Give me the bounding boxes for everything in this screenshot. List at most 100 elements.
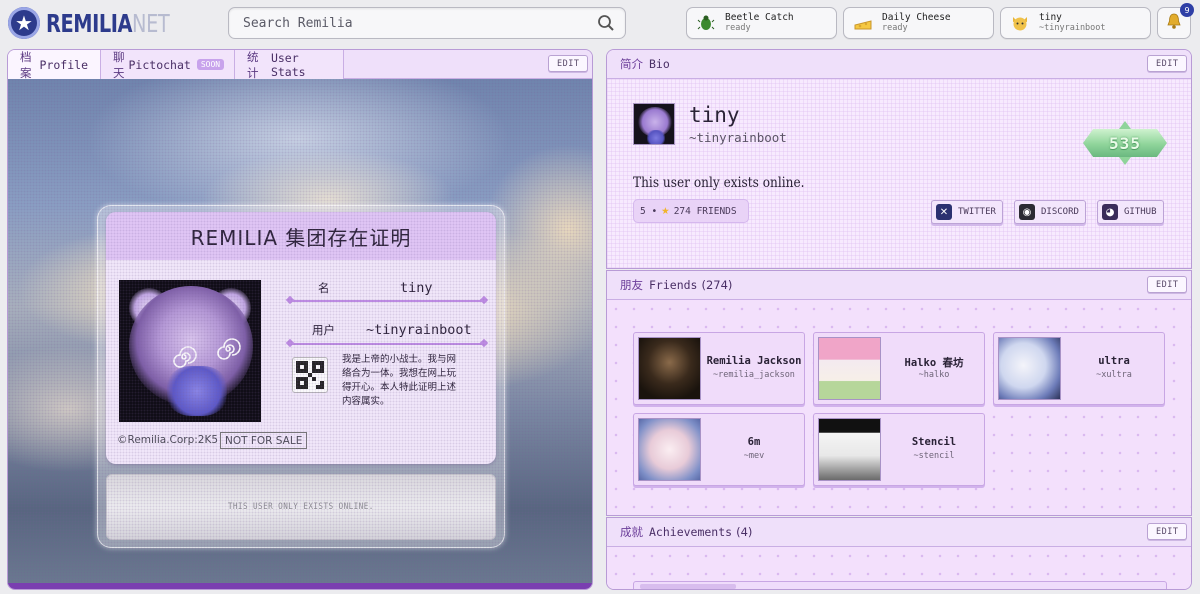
- friend-name: Stencil: [911, 436, 957, 448]
- tab-profile[interactable]: 档案 Profile: [8, 49, 101, 80]
- card-description: 我是上帝的小战士。我与网络合为一体。我想在网上玩得开心。本人特此证明上述内容属实…: [342, 354, 457, 407]
- user-value: ~tinyrainboot: [366, 322, 472, 338]
- qr-code-icon: [292, 357, 328, 393]
- chip-handle: ~tinyrainboot: [1039, 23, 1106, 33]
- tab-label-cn: 聊天: [113, 49, 125, 80]
- swirl-eye-icon: [173, 346, 197, 368]
- chip-title: Beetle Catch: [725, 12, 794, 23]
- cat-avatar-icon: [1009, 12, 1031, 34]
- friend-name: ultra: [1098, 355, 1130, 367]
- friend-card[interactable]: Remilia Jackson ~remilia_jackson: [633, 332, 805, 405]
- bio-header-label: Bio: [649, 57, 670, 71]
- beetle-catch-chip[interactable]: Beetle Catch ready: [686, 7, 837, 39]
- soon-badge: SOON: [196, 59, 225, 70]
- friends-panel: 朋友 Friends (274) EDIT Remilia Jackson ~r…: [606, 270, 1192, 516]
- social-label: GITHUB: [1124, 207, 1157, 217]
- tab-label-cn: 档案: [20, 49, 32, 80]
- top-bar: ★ REMILIANET Search Remilia Beetle Catch…: [0, 0, 1200, 46]
- friend-name: 6m: [747, 436, 761, 448]
- x-icon: ✕: [936, 204, 952, 220]
- id-card-frame: REMILIA 集团存在证明 名 tiny 用户 ~tinyrainboot 我…: [97, 205, 505, 548]
- friend-card[interactable]: Halko 春坊 ~halko: [813, 332, 985, 405]
- edit-profile-button[interactable]: EDIT: [548, 55, 589, 72]
- not-for-sale-stamp: NOT FOR SALE: [220, 432, 308, 449]
- friend-avatar: [638, 337, 701, 400]
- edit-achievements-button[interactable]: EDIT: [1147, 523, 1188, 540]
- friends-grid: Remilia Jackson ~remilia_jackson Halko 春…: [607, 300, 1191, 515]
- bio-panel: 简介 Bio EDIT tiny ~tinyrainboot 535 This …: [606, 49, 1192, 269]
- friend-handle: ~stencil: [913, 451, 955, 461]
- achievements-header: 成就 Achievements (4) EDIT: [607, 518, 1191, 547]
- friends-header-label: Friends: [649, 278, 698, 292]
- profile-photo: [119, 280, 261, 422]
- id-card-title: REMILIA 集团存在证明: [106, 212, 496, 260]
- social-label: TWITTER: [958, 207, 996, 217]
- chip-status: ready: [725, 23, 751, 33]
- achievements-panel: 成就 Achievements (4) EDIT: [606, 517, 1192, 590]
- edit-friends-button[interactable]: EDIT: [1147, 276, 1188, 293]
- friends-count-label: 274 FRIENDS: [673, 205, 737, 217]
- remilia-logo[interactable]: ★ REMILIANET: [8, 6, 189, 40]
- daily-cheese-chip[interactable]: Daily Cheese ready: [843, 7, 994, 39]
- tab-label-cn: 统计: [247, 49, 259, 80]
- bell-icon: [1165, 12, 1183, 34]
- name-label: 名: [318, 281, 330, 295]
- bio-header-cn: 简介: [620, 57, 643, 71]
- achievements-list: [607, 547, 1191, 589]
- name-value: tiny: [400, 280, 433, 296]
- score-value: 535: [1109, 133, 1141, 153]
- github-link-button[interactable]: ◕ GITHUB: [1097, 200, 1164, 224]
- tab-user-stats[interactable]: 统计 User Stats: [235, 49, 344, 80]
- pill-prefix: 5 •: [640, 205, 658, 217]
- avatar: [633, 103, 675, 145]
- friend-avatar: [818, 418, 881, 481]
- notifications-button[interactable]: 9: [1157, 3, 1194, 39]
- notification-count-badge: 9: [1180, 3, 1194, 17]
- divider: [290, 343, 484, 345]
- bio-text: This user only exists online.: [633, 175, 805, 191]
- friend-handle: ~remilia_jackson: [713, 370, 795, 380]
- achievements-count: (4): [736, 525, 753, 539]
- logo-suffix-text: NET: [132, 8, 170, 38]
- swirl-eye-icon: [217, 338, 241, 360]
- chip-title: tiny: [1039, 12, 1062, 23]
- friend-name: Remilia Jackson: [706, 355, 802, 367]
- star-icon: ★: [661, 205, 670, 217]
- id-card: REMILIA 集团存在证明 名 tiny 用户 ~tinyrainboot 我…: [106, 212, 496, 464]
- friends-count: (274): [701, 278, 733, 292]
- discord-icon: ◉: [1019, 204, 1035, 220]
- social-label: DISCORD: [1041, 207, 1079, 217]
- twitter-link-button[interactable]: ✕ TWITTER: [931, 200, 1003, 224]
- friend-avatar: [638, 418, 701, 481]
- cheese-icon: [852, 12, 874, 34]
- tab-pictochat[interactable]: 聊天 Pictochat SOON: [101, 49, 235, 80]
- friend-avatar: [818, 337, 881, 400]
- friend-name: Halko 春坊: [904, 357, 964, 369]
- user-label: 用户: [312, 323, 335, 337]
- user-account-chip[interactable]: tiny ~tinyrainboot: [1000, 7, 1151, 39]
- score-badge: 535: [1079, 121, 1171, 165]
- edit-bio-button[interactable]: EDIT: [1147, 55, 1188, 72]
- beetle-icon: [695, 12, 717, 34]
- friend-avatar: [998, 337, 1061, 400]
- search-input[interactable]: Search Remilia: [228, 7, 626, 39]
- friend-card[interactable]: Stencil ~stencil: [813, 413, 985, 486]
- friend-handle: ~mev: [743, 451, 765, 461]
- tab-label: Profile: [39, 57, 88, 72]
- search-icon[interactable]: [597, 14, 615, 32]
- copyright-text: ©Remilia.Corp:2K5: [117, 434, 219, 446]
- user-handle: ~tinyrainboot: [689, 130, 787, 145]
- signature-strip: THIS USER ONLY EXISTS ONLINE.: [106, 474, 496, 540]
- github-icon: ◕: [1102, 204, 1118, 220]
- achievement-item[interactable]: [633, 581, 1167, 589]
- logo-main-text: REMILIA: [46, 8, 133, 38]
- cloud-background-image: REMILIA 集团存在证明 名 tiny 用户 ~tinyrainboot 我…: [8, 79, 592, 585]
- friends-header: 朋友 Friends (274) EDIT: [607, 271, 1191, 300]
- friend-card[interactable]: 6m ~mev: [633, 413, 805, 486]
- divider: [290, 300, 484, 302]
- signature-text: THIS USER ONLY EXISTS ONLINE.: [228, 502, 374, 512]
- friends-count-pill[interactable]: 5 • ★ 274 FRIENDS: [633, 199, 749, 223]
- friend-handle: ~xultra: [1096, 370, 1132, 380]
- friend-card[interactable]: ultra ~xultra: [993, 332, 1165, 405]
- discord-link-button[interactable]: ◉ DISCORD: [1014, 200, 1086, 224]
